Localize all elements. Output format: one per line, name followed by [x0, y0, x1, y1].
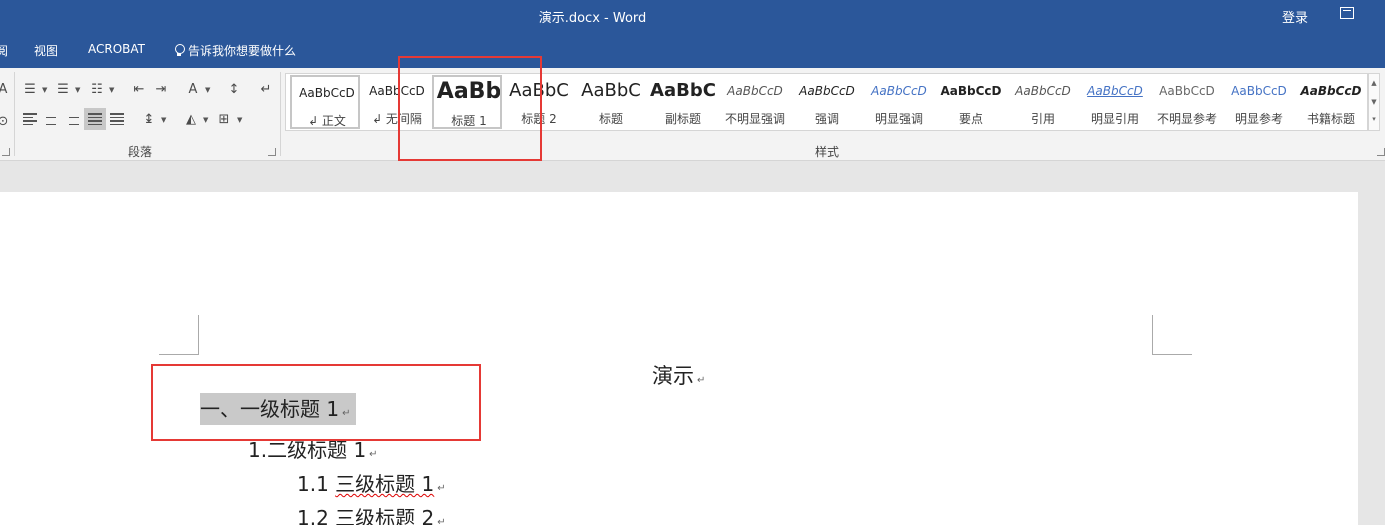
scroll-up-icon[interactable]: ▲: [1369, 74, 1379, 93]
shading-icon[interactable]: ◭: [180, 108, 202, 130]
selected-heading-text: 一、一级标题 1 ↵: [200, 393, 357, 425]
tab-view[interactable]: 视图: [34, 42, 58, 59]
show-marks-icon[interactable]: ↵: [255, 78, 277, 100]
style-emphasis[interactable]: AaBbCcD 强调: [792, 75, 862, 129]
style-no-spacing[interactable]: AaBbCcD ↲ 无间隔: [362, 75, 432, 129]
style-intense-emphasis[interactable]: AaBbCcD 明显强调: [864, 75, 934, 129]
paragraph-dialog-launcher[interactable]: [268, 148, 276, 156]
styles-dialog-launcher[interactable]: [1377, 148, 1385, 156]
margin-corner-mark: [1152, 315, 1192, 355]
style-book-title[interactable]: AaBbCcD 书籍标题: [1296, 75, 1366, 129]
font-dialog-launcher[interactable]: [2, 148, 10, 156]
multilevel-list-icon[interactable]: ☷: [86, 78, 108, 100]
group-separator: [14, 72, 15, 156]
tab-review[interactable]: 阅: [0, 42, 8, 59]
numbering-icon[interactable]: ☰: [52, 78, 74, 100]
style-subtle-emphasis[interactable]: AaBbCcD 不明显强调: [720, 75, 790, 129]
decrease-indent-icon[interactable]: ⇤: [128, 78, 150, 100]
heading-level-2[interactable]: 1.二级标题 1 ↵: [248, 434, 378, 463]
align-center-icon[interactable]: [40, 108, 62, 130]
style-subtle-reference[interactable]: AaBbCcD 不明显参考: [1152, 75, 1222, 129]
document-title[interactable]: 演示 ↵: [652, 360, 705, 390]
style-quote[interactable]: AaBbCcD 引用: [1008, 75, 1078, 129]
chevron-down-icon[interactable]: ▼: [203, 116, 208, 124]
chevron-down-icon[interactable]: ▼: [109, 86, 114, 94]
tab-acrobat[interactable]: ACROBAT: [88, 42, 145, 56]
align-right-icon[interactable]: [61, 108, 83, 130]
ribbon-tab-bar: 阅 视图 ACROBAT 告诉我你想要做什么: [0, 30, 1385, 68]
login-button[interactable]: 登录: [1282, 7, 1308, 26]
style-subtitle[interactable]: AaBbC 副标题: [648, 75, 718, 129]
align-left-icon[interactable]: [19, 108, 41, 130]
styles-gallery: AaBbCcD ↲ 正文 AaBbCcD ↲ 无间隔 AaBb 标题 1 AaB…: [285, 73, 1368, 131]
word-window: 演示.docx - Word 登录 阅 视图 ACROBAT 告诉我你想要做什么…: [0, 0, 1385, 525]
more-styles-icon[interactable]: ▾: [1369, 112, 1379, 126]
chevron-down-icon[interactable]: ▼: [205, 86, 210, 94]
sort-icon[interactable]: ↕: [223, 78, 245, 100]
chevron-down-icon[interactable]: ▼: [237, 116, 242, 124]
style-strong[interactable]: AaBbCcD 要点: [936, 75, 1006, 129]
chevron-down-icon[interactable]: ▼: [75, 86, 80, 94]
style-heading-2[interactable]: AaBbC 标题 2: [504, 75, 574, 129]
tell-me-placeholder: 告诉我你想要做什么: [188, 44, 297, 58]
heading-level-3[interactable]: 1.1 三级标题 1 ↵: [297, 468, 446, 497]
style-title[interactable]: AaBbC 标题: [576, 75, 646, 129]
scroll-down-icon[interactable]: ▼: [1369, 93, 1379, 112]
styles-group-label: 样式: [815, 145, 840, 159]
enclose-char-icon[interactable]: ⊙: [0, 110, 14, 132]
heading-level-1[interactable]: 一、一级标题 1 ↵: [200, 392, 357, 426]
chinese-layout-icon[interactable]: A: [182, 78, 204, 100]
line-spacing-icon[interactable]: ↨: [138, 108, 160, 130]
document-page[interactable]: 演示 ↵ 一、一级标题 1 ↵ 1.二级标题 1 ↵ 1.1 三级标题 1 ↵ 1.2 …: [0, 192, 1358, 525]
ribbon-display-options-icon[interactable]: [1340, 7, 1354, 19]
chevron-down-icon[interactable]: ▼: [42, 86, 47, 94]
title-bar: 演示.docx - Word 登录: [0, 0, 1385, 30]
paragraph-group-label: 段落: [128, 145, 153, 159]
margin-corner-mark: [159, 315, 199, 355]
style-heading-1[interactable]: AaBb 标题 1: [432, 75, 502, 129]
justify-icon[interactable]: [84, 108, 106, 130]
distributed-icon[interactable]: [106, 108, 128, 130]
ribbon: A ⊙ ☰ ▼ ☰ ▼ ☷ ▼ ⇤ ⇥ A ▼ ↕ ↵ ↨ ▼ ◭ ▼ ⊞ ▼ …: [0, 68, 1385, 161]
heading-level-3[interactable]: 1.2 三级标题 2 ↵: [297, 502, 446, 525]
bullets-icon[interactable]: ☰: [19, 78, 41, 100]
group-separator: [280, 72, 281, 156]
style-intense-quote[interactable]: AaBbCcD 明显引用: [1080, 75, 1150, 129]
tell-me-box[interactable]: 告诉我你想要做什么: [174, 42, 296, 59]
increase-indent-icon[interactable]: ⇥: [150, 78, 172, 100]
document-area: 演示 ↵ 一、一级标题 1 ↵ 1.二级标题 1 ↵ 1.1 三级标题 1 ↵ 1.2 …: [0, 162, 1385, 525]
style-normal[interactable]: AaBbCcD ↲ 正文: [290, 75, 360, 129]
borders-icon[interactable]: ⊞: [213, 108, 235, 130]
chevron-down-icon[interactable]: ▼: [161, 116, 166, 124]
window-title: 演示.docx - Word: [538, 11, 647, 26]
style-intense-reference[interactable]: AaBbCcD 明显参考: [1224, 75, 1294, 129]
font-color-icon[interactable]: A: [0, 78, 14, 100]
lightbulb-icon: [174, 44, 185, 57]
gallery-scroll[interactable]: ▲ ▼ ▾: [1368, 73, 1380, 131]
